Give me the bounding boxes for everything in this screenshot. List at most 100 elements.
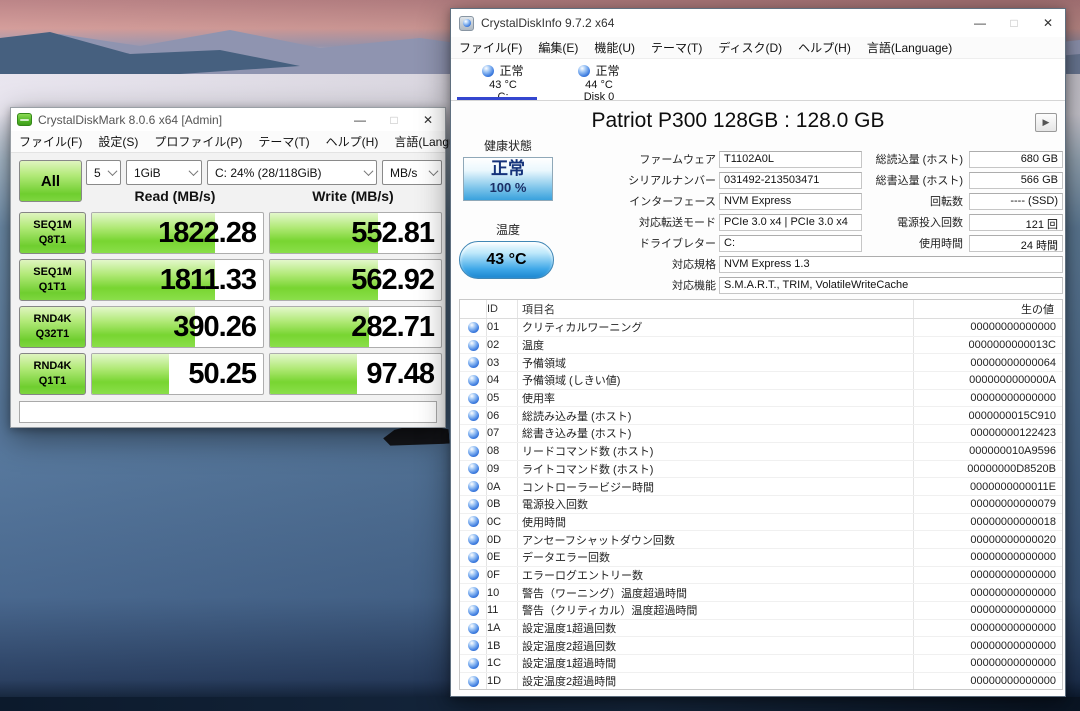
drive-tab-disk0[interactable]: 正常 44 °C Disk 0 bbox=[551, 59, 647, 100]
field-label: 電源投入回数 bbox=[865, 214, 963, 230]
smart-attr-name: 設定温度1超過回数 bbox=[518, 620, 913, 636]
run-rnd4k-q32t1-button[interactable]: RND4K Q32T1 bbox=[19, 306, 86, 348]
field-label: 対応転送モード bbox=[451, 214, 716, 230]
field-label: 対応機能 bbox=[451, 277, 716, 293]
run-all-button[interactable]: All bbox=[19, 160, 82, 202]
diskmark-titlebar[interactable]: CrystalDiskMark 8.0.6 x64 [Admin] — □ ✕ bbox=[11, 108, 445, 131]
menu-language[interactable]: 言語(Language) bbox=[859, 36, 960, 59]
smart-attr-name: 使用時間 bbox=[518, 514, 913, 530]
write-bar bbox=[270, 354, 357, 394]
smart-table: ID 項目名 生の値 01 クリティカルワーニング 00000000000000… bbox=[459, 299, 1063, 690]
smart-row: 0B 電源投入回数 00000000000079 bbox=[460, 496, 1062, 514]
target-drive-select[interactable]: C: 24% (28/118GiB) bbox=[207, 160, 377, 185]
smart-attr-raw-value: 00000000000000 bbox=[914, 392, 1062, 404]
drive-status-orb-icon bbox=[482, 65, 494, 77]
drive-tab-c[interactable]: 正常 43 °C C: bbox=[455, 59, 551, 100]
smart-row: 10 警告（ワーニング）温度超過時間 00000000000000 bbox=[460, 584, 1062, 602]
unit-select[interactable]: MB/s bbox=[382, 160, 442, 185]
smart-attr-name: データエラー回数 bbox=[518, 549, 913, 565]
drive-letter-value: C: bbox=[719, 235, 862, 252]
write-value: 282.71 bbox=[351, 307, 434, 347]
drive-tab-temp: 43 °C bbox=[455, 79, 551, 91]
smart-attr-raw-value: 00000000122423 bbox=[914, 427, 1062, 439]
chevron-down-icon bbox=[364, 166, 374, 176]
smart-row: 1B 設定温度2超過回数 00000000000000 bbox=[460, 637, 1062, 655]
smart-attr-raw-value: 00000000000000 bbox=[914, 551, 1062, 563]
run-seq1m-q8t1-button[interactable]: SEQ1M Q8T1 bbox=[19, 212, 86, 254]
smart-row: 1C 設定温度1超過時間 00000000000000 bbox=[460, 655, 1062, 673]
smart-row: 03 予備領域 00000000000064 bbox=[460, 354, 1062, 372]
close-button[interactable]: ✕ bbox=[1031, 16, 1065, 30]
smart-row: 02 温度 0000000000013C bbox=[460, 337, 1062, 355]
chevron-down-icon bbox=[108, 166, 118, 176]
status-orb-icon bbox=[468, 499, 479, 510]
menu-settings[interactable]: 設定(S) bbox=[90, 130, 146, 153]
menu-file[interactable]: ファイル(F) bbox=[11, 130, 90, 153]
read-result-cell: 1822.28 bbox=[91, 212, 264, 254]
next-drive-button[interactable]: ▶ bbox=[1035, 113, 1057, 132]
diskinfo-titlebar[interactable]: CrystalDiskInfo 9.7.2 x64 — □ ✕ bbox=[451, 9, 1065, 37]
smart-row: 11 警告（クリティカル）温度超過時間 00000000000000 bbox=[460, 602, 1062, 620]
diskinfo-main-panel: Patriot P300 128GB : 128.0 GB ▶ 健康状態 正常 … bbox=[451, 101, 1065, 696]
status-orb-icon bbox=[468, 340, 479, 351]
field-label: インターフェース bbox=[451, 193, 716, 209]
smart-attr-name: 警告（ワーニング）温度超過時間 bbox=[518, 585, 913, 601]
power-on-count-value: 121 回 bbox=[969, 214, 1063, 231]
smart-attr-name: ライトコマンド数 (ホスト) bbox=[518, 461, 913, 477]
read-value: 390.26 bbox=[173, 307, 256, 347]
diskinfo-app-icon bbox=[459, 16, 474, 31]
host-reads-value: 680 GB bbox=[969, 151, 1063, 168]
menu-profile[interactable]: プロファイル(P) bbox=[146, 130, 250, 153]
menu-disk[interactable]: ディスク(D) bbox=[710, 36, 790, 59]
drive-tab-temp: 44 °C bbox=[551, 79, 647, 91]
write-value: 562.92 bbox=[351, 260, 434, 300]
maximize-button[interactable]: □ bbox=[377, 113, 411, 127]
menu-theme[interactable]: テーマ(T) bbox=[643, 36, 710, 59]
menu-function[interactable]: 機能(U) bbox=[586, 36, 643, 59]
smart-attr-id: 10 bbox=[487, 587, 517, 599]
menu-file[interactable]: ファイル(F) bbox=[451, 36, 530, 59]
smart-attr-id: 0C bbox=[487, 516, 517, 528]
smart-attr-id: 0F bbox=[487, 569, 517, 581]
run-rnd4k-q1t1-button[interactable]: RND4K Q1T1 bbox=[19, 353, 86, 395]
smart-attr-raw-value: 00000000000000 bbox=[914, 569, 1062, 581]
status-box[interactable] bbox=[19, 401, 437, 423]
smart-attr-raw-value: 00000000000018 bbox=[914, 516, 1062, 528]
desktop: { "wallpaper": { "sky_color": "#d39a97",… bbox=[0, 0, 1080, 711]
minimize-button[interactable]: — bbox=[963, 16, 997, 30]
smart-attr-id: 02 bbox=[487, 339, 517, 351]
menu-edit[interactable]: 編集(E) bbox=[530, 36, 586, 59]
smart-attr-name: 予備領域 (しきい値) bbox=[518, 372, 913, 388]
status-orb-icon bbox=[468, 623, 479, 634]
smart-attr-raw-value: 0000000000000A bbox=[914, 374, 1062, 386]
smart-attr-name: 温度 bbox=[518, 337, 913, 353]
smart-attr-raw-value: 00000000000020 bbox=[914, 534, 1062, 546]
smart-row: 1D 設定温度2超過時間 00000000000000 bbox=[460, 673, 1062, 690]
write-result-cell: 562.92 bbox=[269, 259, 442, 301]
smart-attr-raw-value: 00000000000000 bbox=[914, 587, 1062, 599]
smart-header-id: ID bbox=[487, 303, 517, 315]
run-seq1m-q1t1-button[interactable]: SEQ1M Q1T1 bbox=[19, 259, 86, 301]
status-orb-icon bbox=[468, 393, 479, 404]
diskmark-window: CrystalDiskMark 8.0.6 x64 [Admin] — □ ✕ … bbox=[10, 107, 446, 428]
smart-row: 01 クリティカルワーニング 00000000000000 bbox=[460, 319, 1062, 337]
play-arrow-icon: ▶ bbox=[1043, 117, 1050, 128]
menu-help[interactable]: ヘルプ(H) bbox=[318, 130, 387, 153]
minimize-button[interactable]: — bbox=[343, 113, 377, 127]
test-count-select[interactable]: 5 bbox=[86, 160, 121, 185]
diskinfo-menubar: ファイル(F) 編集(E) 機能(U) テーマ(T) ディスク(D) ヘルプ(H… bbox=[451, 37, 1065, 59]
maximize-button[interactable]: □ bbox=[997, 16, 1031, 30]
status-orb-icon bbox=[468, 322, 479, 333]
close-button[interactable]: ✕ bbox=[411, 113, 445, 127]
write-value: 552.81 bbox=[351, 213, 434, 253]
test-size-select[interactable]: 1GiB bbox=[126, 160, 202, 185]
smart-attr-name: 警告（クリティカル）温度超過時間 bbox=[518, 602, 913, 618]
menu-theme[interactable]: テーマ(T) bbox=[250, 130, 317, 153]
smart-attr-raw-value: 00000000000000 bbox=[914, 675, 1062, 687]
field-label: 対応規格 bbox=[451, 256, 716, 272]
smart-row: 08 リードコマンド数 (ホスト) 000000010A9596 bbox=[460, 443, 1062, 461]
field-label: シリアルナンバー bbox=[451, 172, 716, 188]
read-result-cell: 50.25 bbox=[91, 353, 264, 395]
smart-row: 04 予備領域 (しきい値) 0000000000000A bbox=[460, 372, 1062, 390]
menu-help[interactable]: ヘルプ(H) bbox=[790, 36, 859, 59]
